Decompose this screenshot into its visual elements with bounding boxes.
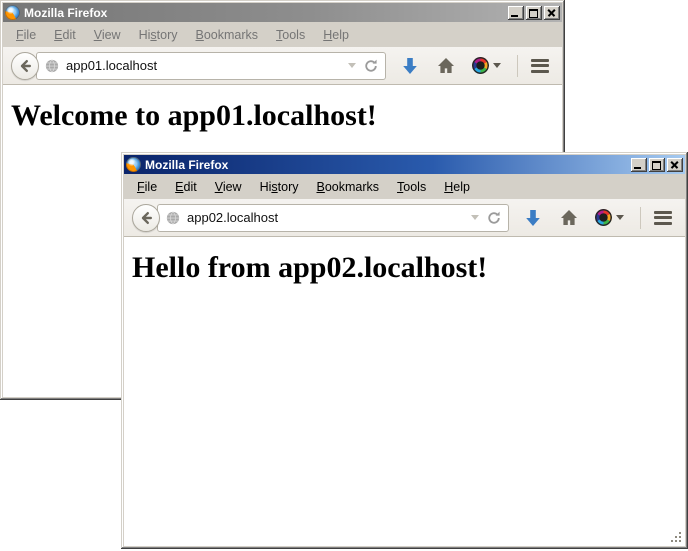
browser-window-app02: Mozilla Firefox FileEditViewHistoryBookm… [121,152,688,549]
url-dropdown-icon[interactable] [471,215,479,220]
home-icon [560,209,578,226]
back-button[interactable] [132,204,160,232]
firefox-logo-icon [5,5,20,20]
menu-item-view[interactable]: View [206,178,251,196]
minimize-button[interactable] [631,158,647,172]
toolbar-separator [517,55,518,77]
hamburger-menu-icon [531,59,549,73]
title-bar[interactable]: Mozilla Firefox [3,3,562,22]
menu-item-tools[interactable]: Tools [388,178,435,196]
url-text[interactable]: app01.localhost [66,58,341,73]
back-button[interactable] [11,52,39,80]
menu-item-file[interactable]: File [7,26,45,44]
toolbar-icons [400,55,554,77]
downloads-button[interactable] [523,208,543,228]
close-button[interactable] [544,6,560,20]
extension-dropdown-icon [493,63,501,68]
url-bar[interactable]: app01.localhost [36,52,386,80]
menu-item-help[interactable]: Help [314,26,358,44]
globe-icon [45,59,59,73]
back-icon [17,58,33,74]
extension-button[interactable] [595,208,624,228]
menu-item-history[interactable]: History [251,178,308,196]
window-title: Mozilla Firefox [24,6,506,20]
minimize-button[interactable] [508,6,524,20]
back-icon [138,210,154,226]
open-menu-button[interactable] [653,208,673,228]
maximize-icon [652,161,661,170]
page-content: Hello from app02.localhost! [124,237,685,546]
toolbar-icons [523,207,677,229]
navigation-toolbar: app02.localhost [124,199,685,237]
toolbar-separator [640,207,641,229]
menu-item-view[interactable]: View [85,26,130,44]
page-heading: Welcome to app01.localhost! [11,99,554,133]
navigation-toolbar: app01.localhost [3,47,562,85]
extension-button[interactable] [472,56,501,76]
menu-item-history[interactable]: History [130,26,187,44]
color-wheel-icon [595,209,612,226]
menu-item-edit[interactable]: Edit [45,26,85,44]
menu-item-bookmarks[interactable]: Bookmarks [308,178,389,196]
open-menu-button[interactable] [530,56,550,76]
home-icon [437,57,455,74]
reload-icon[interactable] [486,210,502,226]
reload-icon[interactable] [363,58,379,74]
downloads-button[interactable] [400,56,420,76]
url-bar[interactable]: app02.localhost [157,204,509,232]
hamburger-menu-icon [654,211,672,225]
home-button[interactable] [559,208,579,228]
firefox-logo-icon [126,157,141,172]
menu-item-edit[interactable]: Edit [166,178,206,196]
home-button[interactable] [436,56,456,76]
menu-bar: FileEditViewHistoryBookmarksToolsHelp [3,22,562,47]
close-button[interactable] [667,158,683,172]
color-wheel-icon [472,57,489,74]
menu-item-bookmarks[interactable]: Bookmarks [187,26,268,44]
maximize-icon [529,9,538,18]
extension-dropdown-icon [616,215,624,220]
menu-item-file[interactable]: File [128,178,166,196]
window-title: Mozilla Firefox [145,158,629,172]
download-icon [402,57,418,75]
globe-icon [166,211,180,225]
resize-grip[interactable] [671,532,683,544]
menu-item-tools[interactable]: Tools [267,26,314,44]
minimize-icon [511,15,518,17]
maximize-button[interactable] [649,158,665,172]
page-heading: Hello from app02.localhost! [132,251,677,285]
menu-bar: FileEditViewHistoryBookmarksToolsHelp [124,174,685,199]
minimize-icon [634,167,641,169]
menu-item-help[interactable]: Help [435,178,479,196]
url-dropdown-icon[interactable] [348,63,356,68]
download-icon [525,209,541,227]
desktop: Mozilla Firefox FileEditViewHistoryBookm… [0,0,688,551]
maximize-button[interactable] [526,6,542,20]
url-text[interactable]: app02.localhost [187,210,464,225]
title-bar[interactable]: Mozilla Firefox [124,155,685,174]
